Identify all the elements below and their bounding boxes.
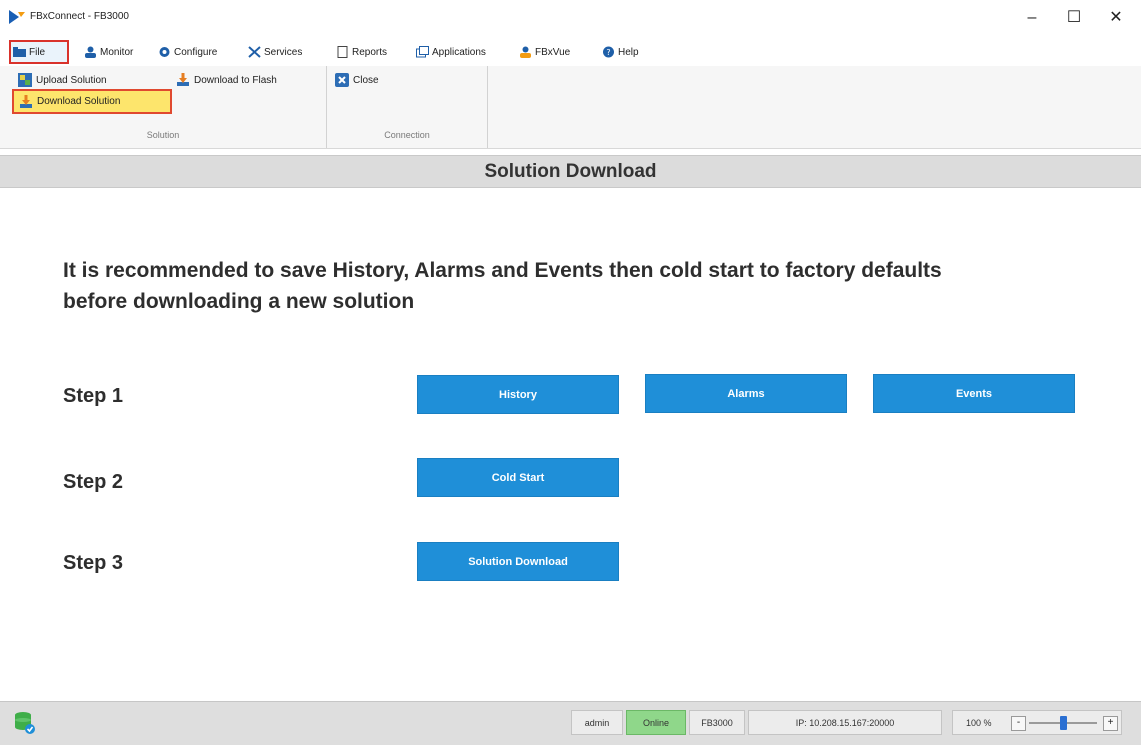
events-button[interactable]: Events — [873, 374, 1075, 413]
help-icon: ? — [603, 46, 614, 58]
page-title: Solution Download — [0, 155, 1141, 188]
folder-icon — [13, 47, 26, 57]
step-2-label: Step 2 — [63, 471, 124, 493]
history-button[interactable]: History — [417, 375, 619, 414]
report-icon — [337, 46, 348, 58]
download-icon — [20, 94, 32, 108]
status-device: FB3000 — [689, 710, 745, 735]
solution-group-label: Solution — [146, 130, 180, 140]
tab-configure-label: Configure — [174, 46, 218, 58]
ribbon: Upload Solution Download Solution Downlo… — [0, 66, 1141, 149]
solution-download-button[interactable]: Solution Download — [417, 542, 619, 581]
fbxconnect-logo-icon — [9, 10, 25, 24]
tab-applications-label: Applications — [432, 46, 486, 58]
tab-reports-label: Reports — [352, 46, 388, 58]
status-bar: admin Online FB3000 IP: 10.208.15.167:20… — [0, 701, 1141, 745]
applications-icon — [416, 46, 429, 58]
status-ip: IP: 10.208.15.167:20000 — [748, 710, 942, 735]
tab-help[interactable]: ? Help — [602, 42, 639, 62]
ribbon-group-connection: Close Connection — [327, 66, 488, 148]
upload-solution-label: Upload Solution — [36, 74, 107, 86]
menu-bar: File Monitor Configure Services Reports … — [0, 36, 1141, 66]
download-solution-label: Download Solution — [37, 96, 121, 107]
step-3-label: Step 3 — [63, 552, 124, 574]
download-solution-button[interactable]: Download Solution — [12, 89, 172, 114]
recommendation-text: It is recommended to save History, Alarm… — [63, 259, 942, 313]
tab-applications[interactable]: Applications — [416, 42, 486, 62]
cold-start-button[interactable]: Cold Start — [417, 458, 619, 497]
ribbon-group-solution: Upload Solution Download Solution Downlo… — [0, 66, 327, 148]
tab-fbxvue-label: FBxVue — [535, 46, 571, 58]
zoom-control: 100 % - + — [952, 710, 1122, 735]
title-bar: FBxConnect - FB3000 – ☐ ✕ — [0, 0, 1141, 36]
gear-icon — [159, 47, 170, 57]
tab-configure[interactable]: Configure — [158, 42, 217, 62]
zoom-slider-thumb[interactable] — [1059, 716, 1067, 730]
monitor-user-icon — [85, 46, 96, 58]
close-connection-label: Close — [353, 74, 379, 86]
upload-solution-button[interactable]: Upload Solution — [18, 71, 107, 89]
minimize-button[interactable]: – — [1012, 6, 1052, 30]
zoom-out-button[interactable]: - — [1011, 716, 1026, 731]
tools-icon — [248, 46, 261, 58]
download-to-flash-label: Download to Flash — [194, 74, 277, 86]
zoom-in-button[interactable]: + — [1103, 716, 1118, 731]
tab-monitor[interactable]: Monitor — [84, 42, 133, 62]
zoom-slider-track[interactable] — [1029, 716, 1097, 730]
download-to-flash-button[interactable]: Download to Flash — [176, 71, 277, 89]
upload-icon — [18, 73, 32, 87]
close-icon — [335, 73, 349, 87]
step-1-label: Step 1 — [63, 385, 124, 407]
fbxvue-icon — [520, 46, 531, 58]
tab-fbxvue[interactable]: FBxVue — [519, 42, 570, 62]
connection-group-label: Connection — [384, 130, 430, 140]
tab-reports[interactable]: Reports — [336, 42, 387, 62]
zoom-level-text: 100 % — [966, 718, 992, 728]
database-icon[interactable] — [14, 711, 36, 735]
svg-text:?: ? — [606, 48, 610, 57]
tab-help-label: Help — [618, 46, 639, 58]
download-flash-icon — [177, 73, 189, 86]
status-connection: Online — [626, 710, 686, 735]
tab-file[interactable]: File — [9, 40, 69, 64]
tab-services-label: Services — [264, 46, 303, 58]
status-user: admin — [571, 710, 623, 735]
tab-services[interactable]: Services — [248, 42, 302, 62]
close-window-button[interactable]: ✕ — [1096, 6, 1136, 30]
maximize-button[interactable]: ☐ — [1054, 6, 1094, 30]
alarms-button[interactable]: Alarms — [645, 374, 847, 413]
close-connection-button[interactable]: Close — [335, 71, 379, 89]
window-title: FBxConnect - FB3000 — [30, 11, 129, 22]
tab-file-label: File — [29, 46, 46, 58]
tab-monitor-label: Monitor — [100, 46, 134, 58]
